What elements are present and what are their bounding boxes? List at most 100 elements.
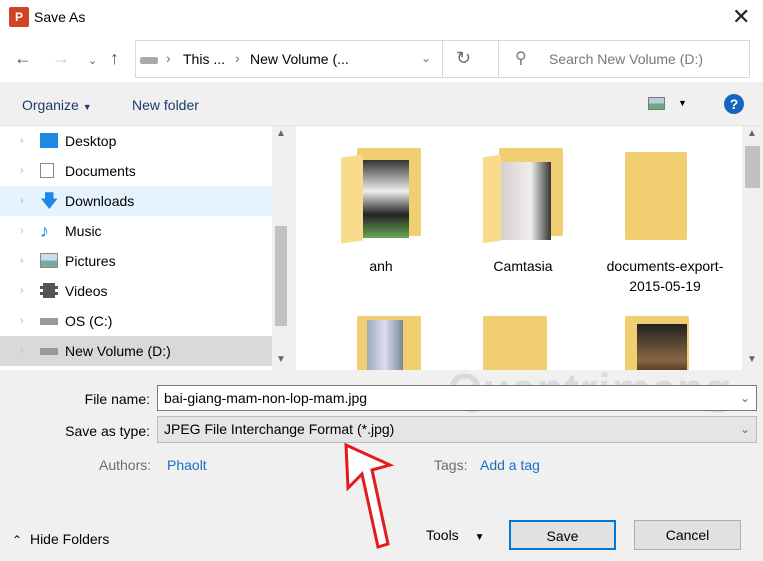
- chevron-up-icon: ⌃: [12, 533, 23, 547]
- chevron-down-icon[interactable]: ⌄: [740, 417, 750, 441]
- save-as-type-select[interactable]: JPEG File Interchange Format (*.jpg) ⌄: [157, 416, 757, 443]
- expand-chevron-icon[interactable]: ›: [20, 186, 24, 216]
- organize-button[interactable]: Organize ▼: [22, 97, 92, 113]
- nav-item-pictures[interactable]: › Pictures: [0, 246, 272, 276]
- tools-button[interactable]: Tools ▼: [426, 527, 484, 543]
- nav-item-videos[interactable]: › Videos: [0, 276, 272, 306]
- thumbnail: [501, 162, 551, 240]
- folder-icon: [625, 152, 687, 240]
- drive-icon: [40, 348, 58, 355]
- authors-label: Authors:: [99, 457, 152, 473]
- pictures-icon: [40, 253, 58, 268]
- address-bar[interactable]: › This ... › New Volume (... ⌄ ↻: [135, 40, 500, 78]
- folder-item[interactable]: [341, 316, 421, 370]
- back-arrow-icon[interactable]: ←: [14, 48, 32, 69]
- address-dropdown-icon[interactable]: ⌄: [421, 51, 431, 65]
- nav-label: New Volume (D:): [65, 343, 171, 359]
- drive-icon: [140, 57, 158, 64]
- powerpoint-icon: P: [9, 7, 29, 27]
- save-as-type-value: JPEG File Interchange Format (*.jpg): [164, 421, 395, 437]
- nav-label: Music: [65, 223, 102, 239]
- search-input[interactable]: ⚲ Search New Volume (D:): [498, 40, 750, 78]
- scroll-thumb[interactable]: [745, 146, 760, 188]
- folder-front: [483, 154, 501, 244]
- folder-name: Camtasia: [493, 258, 553, 274]
- expand-chevron-icon[interactable]: ›: [20, 246, 24, 276]
- help-button[interactable]: ?: [724, 94, 744, 114]
- drive-icon: [40, 318, 58, 325]
- nav-label: Documents: [65, 163, 136, 179]
- expand-chevron-icon[interactable]: ›: [20, 306, 24, 336]
- recent-chevron-icon[interactable]: ⌄: [88, 54, 97, 67]
- dropdown-arrow-icon: ▼: [474, 532, 485, 543]
- expand-chevron-icon[interactable]: ›: [20, 126, 24, 156]
- chevron-right-icon: ›: [235, 50, 240, 66]
- folder-item[interactable]: documents-export-2015-05-19: [607, 126, 723, 296]
- nav-item-new-volume-d[interactable]: › New Volume (D:): [0, 336, 272, 366]
- nav-item-music[interactable]: › ♪ Music: [0, 216, 272, 246]
- folder-name: documents-export-2015-05-19: [606, 258, 724, 294]
- nav-label: Desktop: [65, 133, 117, 149]
- organize-label: Organize: [22, 97, 79, 113]
- file-list-scrollbar[interactable]: ▲ ▼: [742, 126, 763, 370]
- expand-chevron-icon[interactable]: ›: [20, 216, 24, 246]
- nav-item-desktop[interactable]: › Desktop: [0, 126, 272, 156]
- forward-arrow-icon[interactable]: →: [52, 48, 70, 69]
- cancel-button[interactable]: Cancel: [634, 520, 741, 550]
- folder-front: [341, 154, 363, 244]
- file-list: anh Camtasia documents-export-2015-05-19…: [296, 126, 763, 370]
- thumbnail: [367, 320, 403, 370]
- scroll-up-icon[interactable]: ▲: [747, 128, 757, 139]
- save-button[interactable]: Save: [509, 520, 616, 550]
- add-tag-link[interactable]: Add a tag: [480, 457, 540, 473]
- nav-item-os-c[interactable]: › OS (C:): [0, 306, 272, 336]
- hide-folders-button[interactable]: ⌃ Hide Folders: [12, 531, 109, 547]
- folder-icon: [483, 316, 547, 370]
- thumbnail-panda: [363, 160, 409, 238]
- nav-item-documents[interactable]: › Documents: [0, 156, 272, 186]
- downloads-icon: 🡇: [40, 191, 59, 211]
- chevron-right-icon: ›: [166, 50, 171, 66]
- thumbnail: [637, 324, 687, 370]
- music-icon: ♪: [40, 221, 49, 241]
- scroll-down-icon[interactable]: ▼: [747, 354, 757, 365]
- folder-item[interactable]: [483, 316, 563, 370]
- nav-label: OS (C:): [65, 313, 113, 329]
- expand-chevron-icon[interactable]: ›: [20, 336, 24, 366]
- search-icon: ⚲: [515, 50, 527, 67]
- view-icon[interactable]: [648, 97, 665, 110]
- breadcrumb-new-volume[interactable]: New Volume (...: [250, 51, 349, 67]
- expand-chevron-icon[interactable]: ›: [20, 276, 24, 306]
- up-arrow-icon[interactable]: ↑: [110, 48, 119, 69]
- breadcrumb-this-pc[interactable]: This ...: [183, 51, 225, 67]
- nav-label: Videos: [65, 283, 108, 299]
- refresh-icon[interactable]: ↻: [456, 48, 471, 69]
- scroll-up-icon[interactable]: ▲: [276, 128, 286, 139]
- chevron-down-icon[interactable]: ⌄: [740, 386, 750, 410]
- nav-label: Downloads: [65, 193, 135, 209]
- folder-item[interactable]: Camtasia: [483, 126, 563, 296]
- authors-value[interactable]: Phaolt: [167, 457, 207, 473]
- expand-chevron-icon[interactable]: ›: [20, 156, 24, 186]
- tools-label: Tools: [426, 527, 459, 543]
- folder-item[interactable]: [625, 316, 705, 370]
- nav-item-downloads[interactable]: › 🡇 Downloads: [0, 186, 272, 216]
- nav-scrollbar[interactable]: ▲ ▼: [272, 126, 290, 370]
- videos-icon: [40, 283, 58, 298]
- scroll-down-icon[interactable]: ▼: [276, 354, 286, 365]
- new-folder-button[interactable]: New folder: [132, 97, 199, 113]
- view-dropdown-icon[interactable]: ▼: [678, 98, 687, 108]
- navigation-pane: › Desktop › Documents › 🡇 Downloads › ♪ Music …: [0, 126, 290, 370]
- file-name-label: File name:: [84, 391, 150, 407]
- scroll-thumb[interactable]: [275, 226, 287, 326]
- folder-item[interactable]: anh: [341, 126, 421, 296]
- file-name-input[interactable]: bai-giang-mam-non-lop-mam.jpg ⌄: [157, 385, 757, 411]
- folder-name: anh: [369, 258, 393, 274]
- divider: [442, 41, 443, 77]
- nav-label: Pictures: [65, 253, 116, 269]
- close-button[interactable]: ✕: [732, 4, 750, 30]
- toolbar: Organize ▼ New folder ▼ ?: [0, 82, 763, 126]
- tags-label: Tags:: [434, 457, 468, 473]
- documents-icon: [40, 163, 54, 178]
- window-title: Save As: [34, 9, 86, 25]
